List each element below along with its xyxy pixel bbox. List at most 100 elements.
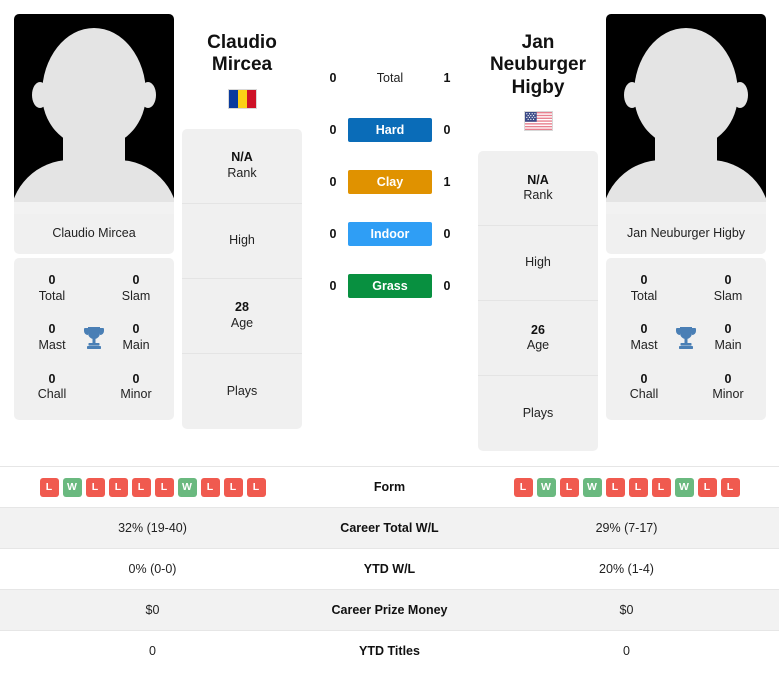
career-prize-money-left: $0 [145, 603, 160, 617]
right-player-photo-name: Jan Neuburger Higby [626, 226, 746, 240]
right-titles-total: 0 Total [620, 273, 668, 304]
form-badge-l: L [720, 477, 740, 497]
h2h-indoor-right-score: 0 [443, 227, 451, 241]
right-player-photo-card[interactable]: Jan Neuburger Higby [606, 14, 766, 254]
left-age-cell: 28 Age [182, 279, 302, 354]
right-titles-row-1: 0 Total 0 Slam [606, 264, 766, 313]
left-player-photo-card[interactable]: Claudio Mircea [14, 14, 174, 254]
right-titles-chall-value: 0 [640, 371, 648, 386]
right-high-cell: High [478, 226, 598, 302]
left-rank-cell: N/A Rank [182, 129, 302, 204]
player-silhouette-icon [14, 14, 174, 214]
table-row: 0% (0-0) YTD W/L 20% (1-4) [0, 548, 779, 590]
h2h-total-label: Total [376, 71, 404, 85]
right-titles-mast: 0 Mast [620, 322, 668, 353]
left-high-cell: High [182, 204, 302, 279]
ytd-wl-right: 20% (1-4) [599, 562, 654, 576]
right-player-info-card: N/A Rank High 26 Age Plays [478, 151, 598, 452]
right-rank-label: Rank [523, 188, 553, 203]
left-age-value: 28 [235, 300, 249, 315]
table-row: $0 Career Prize Money $0 [0, 589, 779, 631]
h2h-grass-left-score: 0 [329, 279, 337, 293]
right-titles-row-3: 0 Chall 0 Minor [606, 363, 766, 412]
right-titles-mast-value: 0 [640, 322, 648, 337]
right-player-column: Jan Neuburger Higby 0 Total 0 Slam 0 Mas… [606, 14, 766, 420]
flag-usa-icon [523, 111, 553, 132]
trophy-icon [673, 326, 699, 350]
left-titles-row-3: 0 Chall 0 Minor [14, 363, 174, 412]
h2h-grass-label: Grass [348, 274, 432, 298]
left-titles-chall: 0 Chall [28, 372, 76, 403]
right-titles-slam-value: 0 [724, 273, 732, 287]
left-titles-slam-value: 0 [132, 273, 140, 287]
h2h-clay-label: Clay [348, 170, 432, 194]
right-titles-minor: 0 Minor [704, 372, 752, 403]
left-titles-chall-label: Chall [37, 387, 67, 402]
right-titles-total-value: 0 [640, 273, 648, 287]
left-titles-slam: 0 Slam [112, 273, 160, 304]
form-badge-l: L [628, 477, 648, 497]
h2h-hard-left-score: 0 [329, 123, 337, 137]
right-titles-minor-value: 0 [724, 371, 732, 386]
left-titles-minor-label: Minor [120, 387, 152, 402]
right-player-titles-card: 0 Total 0 Slam 0 Mast 0 Main 0 Chall 0 M… [606, 258, 766, 420]
left-titles-main-value: 0 [132, 322, 140, 337]
right-titles-slam: 0 Slam [704, 273, 752, 304]
right-titles-chall-label: Chall [629, 387, 659, 402]
left-plays-label: Plays [226, 383, 258, 398]
career-prize-money-label: Career Prize Money [331, 603, 448, 617]
h2h-total-right-score: 1 [443, 71, 451, 85]
form-badge-l: L [605, 477, 625, 497]
form-badge-l: L [651, 477, 671, 497]
right-age-value: 26 [531, 322, 545, 337]
h2h-row-hard: 0 Hard 0 [310, 118, 470, 142]
right-titles-minor-label: Minor [712, 387, 744, 402]
left-player-column: Claudio Mircea 0 Total 0 Slam 0 Mast 0 M… [14, 14, 174, 420]
form-badge-w: W [582, 477, 602, 497]
right-plays-label: Plays [522, 405, 554, 420]
right-rank-cell: N/A Rank [478, 151, 598, 227]
h2h-row-grass: 0 Grass 0 [310, 274, 470, 298]
h2h-indoor-left-score: 0 [329, 227, 337, 241]
h2h-clay-left-score: 0 [329, 175, 337, 189]
head-to-head-breakdown: 0 Total 1 0 Hard 0 0 Clay 1 0 Indoor 0 0… [310, 14, 470, 326]
h2h-row-total: 0 Total 1 [310, 66, 470, 90]
right-high-label: High [525, 255, 551, 270]
left-titles-minor: 0 Minor [112, 372, 160, 403]
left-rank-value: N/A [231, 150, 253, 165]
h2h-row-indoor: 0 Indoor 0 [310, 222, 470, 246]
left-player-info-column: Claudio Mircea N/A Rank High 28 Age Play… [182, 14, 302, 429]
trophy-icon [81, 326, 107, 350]
form-badge-l: L [513, 477, 533, 497]
left-titles-total: 0 Total [28, 273, 76, 304]
ytd-titles-right: 0 [623, 644, 630, 659]
right-titles-total-label: Total [630, 288, 658, 303]
ytd-wl-left: 0% (0-0) [128, 562, 177, 576]
h2h-hard-right-score: 0 [443, 123, 451, 137]
form-left-cell: LWLLLLWLLL [0, 467, 305, 508]
right-player-last-name: Higby [511, 76, 565, 98]
left-titles-main-label: Main [122, 337, 150, 352]
ytd-titles-label: YTD Titles [359, 644, 420, 659]
right-titles-main-value: 0 [724, 322, 732, 337]
left-titles-main: 0 Main [112, 322, 160, 353]
right-titles-mast-label: Mast [630, 337, 658, 352]
left-titles-row-2: 0 Mast 0 Main [14, 313, 174, 362]
right-plays-cell: Plays [478, 376, 598, 451]
left-player-name-block: Claudio Mircea [182, 14, 302, 109]
table-row-form: LWLLLLWLLL Form LWLWLLLWLL [0, 466, 779, 508]
right-age-label: Age [526, 338, 550, 353]
left-rank-label: Rank [227, 165, 257, 180]
left-player-info-card: N/A Rank High 28 Age Plays [182, 128, 302, 429]
form-badge-l: L [131, 477, 151, 497]
table-row: 32% (19-40) Career Total W/L 29% (7-17) [0, 507, 779, 549]
left-plays-cell: Plays [182, 354, 302, 429]
right-titles-main: 0 Main [704, 322, 752, 353]
right-titles-main-label: Main [714, 337, 742, 352]
left-player-photo-name: Claudio Mircea [52, 226, 136, 240]
left-titles-mast: 0 Mast [28, 322, 76, 353]
h2h-grass-right-score: 0 [443, 279, 451, 293]
ytd-titles-left: 0 [149, 644, 156, 659]
left-age-label: Age [230, 315, 254, 330]
form-badge-l: L [559, 477, 579, 497]
